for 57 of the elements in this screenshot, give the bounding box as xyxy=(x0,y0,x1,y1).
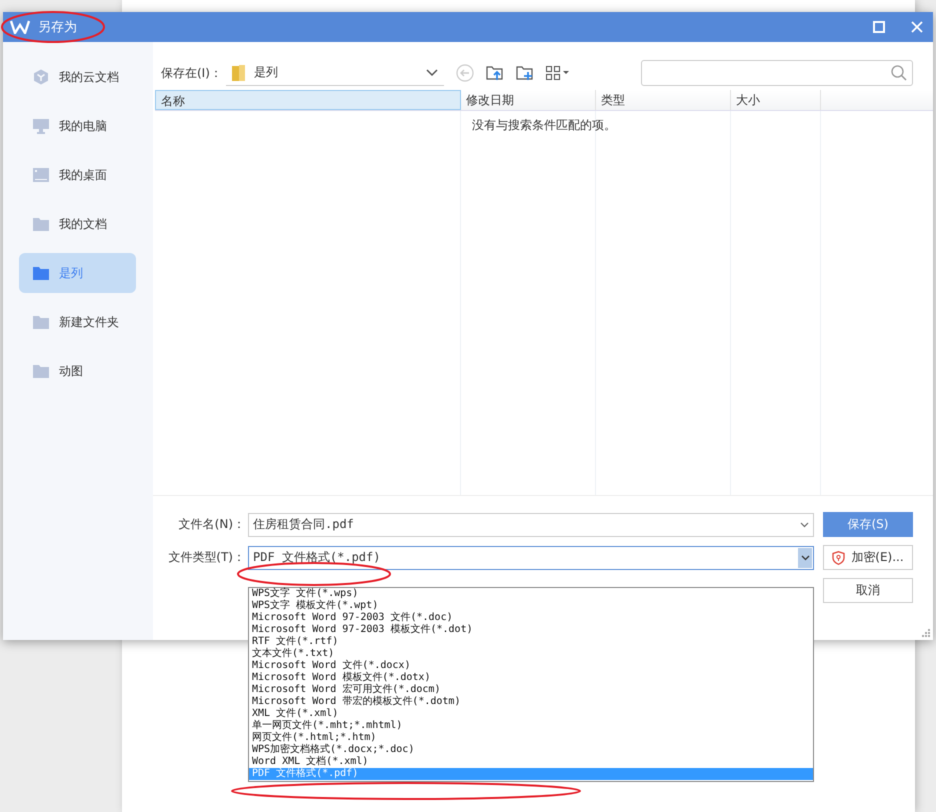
chevron-down-icon xyxy=(800,522,809,528)
location-dropdown[interactable]: 是列 xyxy=(226,60,444,86)
folder-icon xyxy=(232,64,246,80)
dropdown-button[interactable] xyxy=(798,548,812,568)
filetype-option[interactable]: Microsoft Word 文件(*.docx) xyxy=(249,660,813,672)
search-icon xyxy=(891,65,907,81)
sidebar-item[interactable]: 动图 xyxy=(19,351,136,391)
filetype-option[interactable]: Microsoft Word 97-2003 文件(*.doc) xyxy=(249,612,813,624)
folder-icon xyxy=(33,316,49,328)
filetype-option[interactable]: XML 文件(*.xml) xyxy=(249,708,813,720)
new-folder-icon[interactable] xyxy=(516,65,534,81)
filetype-option[interactable]: WPS加密文档格式(*.docx;*.doc) xyxy=(249,744,813,756)
filetype-option[interactable]: Word XML 文档(*.xml) xyxy=(249,756,813,768)
column-header[interactable]: 名称 xyxy=(155,90,461,110)
monitor-icon xyxy=(33,118,49,134)
desktop-icon xyxy=(33,168,49,182)
empty-message: 没有与搜索条件匹配的项。 xyxy=(472,117,616,134)
filetype-dropdown[interactable]: PDF 文件格式(*.pdf) xyxy=(248,546,814,570)
filetype-option[interactable]: Microsoft Word 97-2003 模板文件(*.dot) xyxy=(249,624,813,636)
filetype-option[interactable]: WPS文字 文件(*.wps) xyxy=(249,588,813,600)
cancel-button[interactable]: 取消 xyxy=(823,578,913,603)
app-logo-icon xyxy=(10,20,30,34)
column-header[interactable]: 类型 xyxy=(596,90,731,110)
encrypt-button[interactable]: 加密(E)... xyxy=(823,545,913,570)
view-grid-icon[interactable] xyxy=(546,66,570,80)
search-field[interactable] xyxy=(641,60,913,86)
filetype-option[interactable]: 单一网页文件(*.mht;*.mhtml) xyxy=(249,720,813,732)
close-button[interactable] xyxy=(911,21,923,33)
sidebar-item[interactable]: 我的电脑 xyxy=(19,106,136,146)
filetype-option[interactable]: RTF 文件(*.rtf) xyxy=(249,636,813,648)
filename-field[interactable]: 住房租赁合同.pdf xyxy=(248,512,814,536)
folder-up-icon[interactable] xyxy=(486,65,504,81)
maximize-button[interactable] xyxy=(873,21,885,33)
folder-icon xyxy=(33,266,49,280)
chevron-down-icon xyxy=(800,554,810,560)
filetype-label: 文件类型(T)： xyxy=(167,549,245,566)
filetype-option[interactable]: Microsoft Word 宏可用文件(*.docm) xyxy=(249,684,813,696)
sidebar-item[interactable]: 新建文件夹 xyxy=(19,302,136,342)
filetype-option[interactable]: 文本文件(*.txt) xyxy=(249,648,813,660)
filetype-option[interactable]: 网页文件(*.html;*.htm) xyxy=(249,732,813,744)
window-title: 另存为 xyxy=(38,19,77,36)
cube-icon xyxy=(33,69,49,85)
folder-icon xyxy=(33,218,49,230)
chevron-down-icon xyxy=(426,68,438,76)
filetype-option[interactable]: Microsoft Word 带宏的模板文件(*.dotm) xyxy=(249,696,813,708)
shield-icon xyxy=(832,550,846,564)
filetype-option[interactable]: WPS文字 模板文件(*.wpt) xyxy=(249,600,813,612)
column-header[interactable]: 大小 xyxy=(731,90,821,110)
sidebar-item[interactable]: 我的桌面 xyxy=(19,155,136,195)
location-label: 保存在(I)： xyxy=(161,64,222,82)
resize-grip-icon xyxy=(921,628,930,637)
sidebar-item[interactable]: 我的文档 xyxy=(19,204,136,244)
sidebar-item[interactable]: 我的云文档 xyxy=(19,57,136,97)
filetype-option[interactable]: Microsoft Word 模板文件(*.dotx) xyxy=(249,672,813,684)
filename-label: 文件名(N)： xyxy=(178,516,245,533)
folder-icon xyxy=(33,364,49,378)
column-header[interactable]: 修改日期 xyxy=(461,90,596,110)
